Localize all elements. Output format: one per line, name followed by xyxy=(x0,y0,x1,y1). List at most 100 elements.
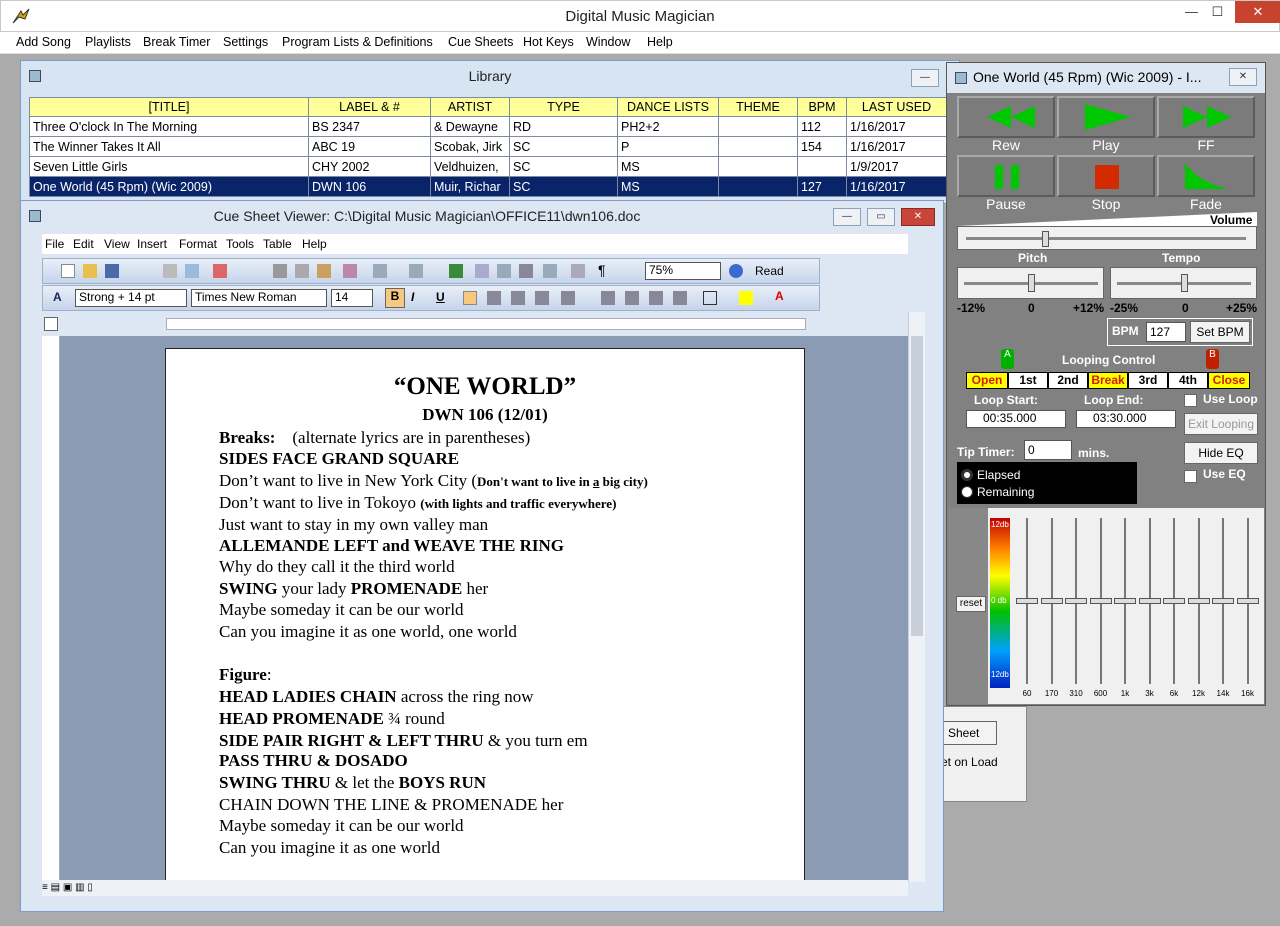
copy-icon[interactable] xyxy=(295,264,309,278)
ruler-bar[interactable] xyxy=(166,318,806,330)
remaining-radio[interactable] xyxy=(961,486,973,498)
word-menu-insert[interactable]: Insert xyxy=(137,237,167,251)
insert-table-icon[interactable] xyxy=(497,264,511,278)
use-loop-checkbox[interactable] xyxy=(1184,394,1197,407)
exit-looping-button[interactable]: Exit Looping xyxy=(1184,413,1258,435)
open-icon[interactable] xyxy=(83,264,97,278)
loop-start-input[interactable]: 00:35.000 xyxy=(966,410,1066,428)
tab-stop-icon[interactable] xyxy=(44,317,58,331)
menu-program-lists[interactable]: Program Lists & Definitions xyxy=(282,35,433,49)
rew-button[interactable] xyxy=(957,96,1055,138)
word-menu-view[interactable]: View xyxy=(104,237,130,251)
player-close-button[interactable]: ✕ xyxy=(1229,68,1257,86)
tables-icon[interactable] xyxy=(475,264,489,278)
hyperlink-icon[interactable] xyxy=(449,264,463,278)
col-artist[interactable]: ARTIST xyxy=(430,97,510,117)
set-bpm-button[interactable]: Set BPM xyxy=(1190,321,1250,343)
stop-button[interactable] xyxy=(1057,155,1155,197)
pitch-slider[interactable] xyxy=(957,267,1104,299)
loop-break-button[interactable]: Break xyxy=(1088,372,1128,389)
menu-help[interactable]: Help xyxy=(647,35,673,49)
preview-icon[interactable] xyxy=(185,264,199,278)
cut-icon[interactable] xyxy=(273,264,287,278)
cue-minimize-button[interactable]: — xyxy=(833,208,861,226)
loop-3rd-button[interactable]: 3rd xyxy=(1128,372,1168,389)
use-eq-checkbox[interactable] xyxy=(1184,470,1197,483)
save-icon[interactable] xyxy=(105,264,119,278)
hide-eq-button[interactable]: Hide EQ xyxy=(1184,442,1258,464)
eq-band-slider[interactable] xyxy=(1163,598,1185,604)
eq-band-slider[interactable] xyxy=(1114,598,1136,604)
eq-band-slider[interactable] xyxy=(1138,598,1161,604)
menu-hot-keys[interactable]: Hot Keys xyxy=(523,35,574,49)
volume-slider[interactable] xyxy=(957,226,1257,250)
highlight-icon[interactable] xyxy=(739,291,753,305)
horizontal-scrollbar[interactable]: ≡ ▤ ▣ ▥ ▯ xyxy=(42,880,908,896)
maximize-button[interactable]: ☐ xyxy=(1201,1,1234,23)
col-dance-lists[interactable]: DANCE LISTS xyxy=(617,97,719,117)
decrease-indent-icon[interactable] xyxy=(649,291,663,305)
word-menu-edit[interactable]: Edit xyxy=(73,237,94,251)
font-color-icon[interactable]: A xyxy=(775,289,789,303)
ff-button[interactable] xyxy=(1157,96,1255,138)
elapsed-radio[interactable] xyxy=(961,469,973,481)
cue-maximize-button[interactable]: ▭ xyxy=(867,208,895,226)
zoom-select[interactable]: 75% xyxy=(645,262,721,280)
eq-band-slider[interactable] xyxy=(1236,598,1259,604)
paste-icon[interactable] xyxy=(317,264,331,278)
table-row-selected[interactable]: One World (45 Rpm) (Wic 2009) DWN 106 Muir… xyxy=(29,176,947,197)
read-button[interactable]: Read xyxy=(755,264,784,278)
table-row[interactable]: Three O'clock In The Morning BS 2347 & Dew… xyxy=(29,116,947,137)
pitch-thumb[interactable] xyxy=(1028,274,1035,292)
print-icon[interactable] xyxy=(163,264,177,278)
tip-timer-select[interactable]: 0 xyxy=(1024,440,1072,460)
font-select[interactable]: Times New Roman xyxy=(191,289,327,307)
style-select[interactable]: Strong + 14 pt xyxy=(75,289,187,307)
bullets-icon[interactable] xyxy=(625,291,639,305)
bold-button[interactable]: B xyxy=(385,288,405,308)
word-menu-format[interactable]: Format xyxy=(179,237,217,251)
tempo-thumb[interactable] xyxy=(1181,274,1188,292)
menu-add-song[interactable]: Add Song xyxy=(16,35,71,49)
word-menu-table[interactable]: Table xyxy=(263,237,292,251)
close-button[interactable]: ✕ xyxy=(1235,1,1280,23)
table-row[interactable]: Seven Little Girls CHY 2002 Veldhuizen, SC M… xyxy=(29,156,947,177)
loop-open-button[interactable]: Open xyxy=(966,372,1008,389)
loop-4th-button[interactable]: 4th xyxy=(1168,372,1208,389)
word-menu-help[interactable]: Help xyxy=(302,237,327,251)
align-left-icon[interactable] xyxy=(463,291,477,305)
tempo-slider[interactable] xyxy=(1110,267,1257,299)
increase-indent-icon[interactable] xyxy=(673,291,687,305)
italic-button[interactable]: I xyxy=(411,290,414,304)
align-right-icon[interactable] xyxy=(511,291,525,305)
view-buttons-icon[interactable]: ≡ ▤ ▣ ▥ ▯ xyxy=(42,882,93,893)
col-label[interactable]: LABEL & # xyxy=(308,97,431,117)
redo-icon[interactable] xyxy=(409,264,423,278)
col-bpm[interactable]: BPM xyxy=(797,97,847,117)
menu-break-timer[interactable]: Break Timer xyxy=(143,35,210,49)
underline-button[interactable]: U xyxy=(436,290,445,304)
eq-band-slider[interactable] xyxy=(1065,598,1087,604)
eq-band-slider[interactable] xyxy=(1016,598,1038,604)
menu-settings[interactable]: Settings xyxy=(223,35,268,49)
vertical-scrollbar[interactable] xyxy=(908,312,925,882)
eq-band-slider[interactable] xyxy=(1212,598,1234,604)
menu-window[interactable]: Window xyxy=(586,35,630,49)
spelling-icon[interactable] xyxy=(213,264,227,278)
cue-close-button[interactable]: ✕ xyxy=(901,208,935,226)
pilcrow-icon[interactable]: ¶ xyxy=(598,262,612,278)
word-menu-file[interactable]: File xyxy=(45,237,64,251)
eq-band-slider[interactable] xyxy=(1040,598,1063,604)
align-center-icon[interactable] xyxy=(487,291,501,305)
format-painter-icon[interactable] xyxy=(343,264,357,278)
columns-icon[interactable] xyxy=(543,264,557,278)
eq-reset-button[interactable]: reset xyxy=(956,596,986,612)
loop-2nd-button[interactable]: 2nd xyxy=(1048,372,1088,389)
drawing-icon[interactable] xyxy=(571,264,585,278)
volume-thumb[interactable] xyxy=(1041,231,1049,247)
new-icon[interactable] xyxy=(61,264,75,278)
col-type[interactable]: TYPE xyxy=(509,97,618,117)
menu-playlists[interactable]: Playlists xyxy=(85,35,131,49)
bpm-input[interactable]: 127 xyxy=(1146,322,1186,342)
eq-band-slider[interactable] xyxy=(1187,598,1210,604)
